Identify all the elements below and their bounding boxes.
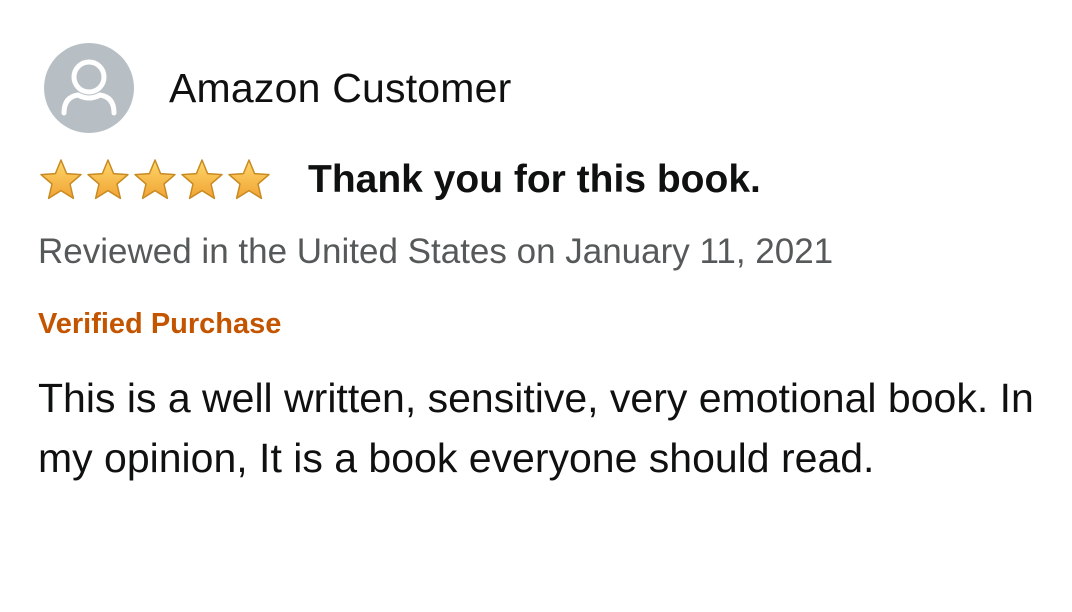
review-body: This is a well written, sensitive, very … [38, 375, 1034, 481]
reviewer-profile[interactable]: Amazon Customer [44, 42, 512, 134]
review-date: Reviewed in the United States on January… [38, 232, 834, 271]
star-icon [40, 159, 82, 200]
person-silhouette-icon [61, 59, 117, 116]
avatar[interactable] [44, 43, 134, 133]
star-rating[interactable] [38, 157, 272, 203]
review-card: Amazon Customer Thank you for this book.… [0, 0, 1072, 612]
rating-row: Thank you for this book. [38, 150, 761, 210]
verified-purchase-badge: Verified Purchase [38, 308, 282, 340]
star-icon [181, 159, 223, 200]
star-icon [134, 159, 176, 200]
review-title[interactable]: Thank you for this book. [308, 158, 761, 202]
star-icon [228, 159, 270, 200]
reviewer-name[interactable]: Amazon Customer [169, 65, 512, 112]
star-icon [87, 159, 129, 200]
